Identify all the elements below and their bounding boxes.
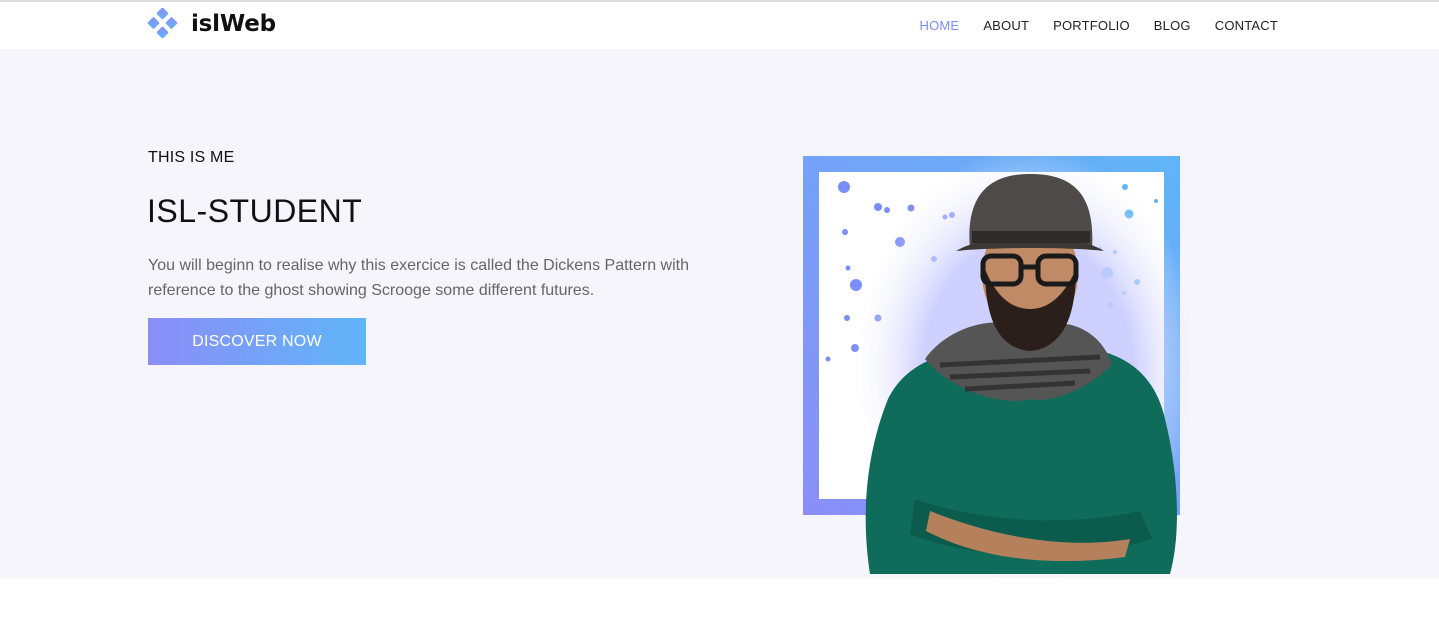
brand-logo-link[interactable]: islWeb xyxy=(147,8,276,40)
nav-home[interactable]: HOME xyxy=(920,18,960,33)
nav-about[interactable]: ABOUT xyxy=(983,18,1029,33)
nav-contact[interactable]: CONTACT xyxy=(1215,18,1278,33)
nav-portfolio[interactable]: PORTFOLIO xyxy=(1053,18,1130,33)
hero-description: You will beginn to realise why this exer… xyxy=(148,257,690,299)
navbar: islWeb HOME ABOUT PORTFOLIO BLOG CONTACT xyxy=(0,2,1439,49)
main-nav: HOME ABOUT PORTFOLIO BLOG CONTACT xyxy=(920,18,1279,33)
hero-title: ISL-STUDENT xyxy=(147,193,363,229)
hero-section: THIS IS ME ISL-STUDENT You will beginn t… xyxy=(0,49,1439,578)
diamond-cluster-icon xyxy=(147,8,178,39)
hero-eyebrow: THIS IS ME xyxy=(148,149,235,166)
nav-blog[interactable]: BLOG xyxy=(1154,18,1191,33)
discover-now-button[interactable]: DISCOVER NOW xyxy=(148,318,366,365)
hero-portrait-image xyxy=(803,149,1190,578)
brand-name: islWeb xyxy=(191,11,276,37)
